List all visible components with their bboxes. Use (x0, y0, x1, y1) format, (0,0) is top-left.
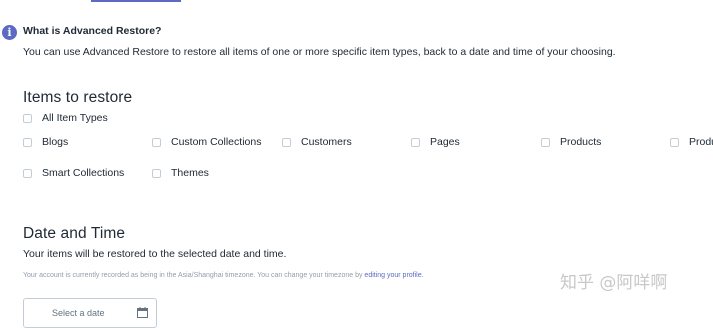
timezone-note-text: Your account is currently recorded as be… (23, 272, 363, 279)
checkbox-box[interactable] (282, 137, 291, 147)
info-icon: i (2, 25, 17, 40)
checkbox-box[interactable] (23, 137, 32, 147)
checkbox-box[interactable] (23, 168, 32, 178)
checkbox-box[interactable] (411, 137, 420, 147)
checkbox-label: All Item Types (42, 112, 108, 124)
checkbox-label: Customers (301, 136, 352, 148)
checkbox-pages[interactable]: Pages (411, 136, 460, 148)
date-picker-input[interactable]: Select a date (23, 298, 157, 328)
checkbox-custom-collections[interactable]: Custom Collections (152, 136, 261, 148)
info-callout: i What is Advanced Restore? (0, 25, 161, 40)
checkbox-themes[interactable]: Themes (152, 167, 209, 179)
date-picker-placeholder: Select a date (52, 308, 105, 318)
checkbox-label: Themes (171, 167, 209, 179)
checkbox-box[interactable] (152, 137, 161, 147)
checkbox-products-overflow[interactable]: Products (670, 136, 713, 148)
checkbox-customers[interactable]: Customers (282, 136, 352, 148)
checkbox-all-item-types[interactable]: All Item Types (23, 112, 108, 124)
items-heading: Items to restore (23, 89, 133, 106)
checkbox-label: Smart Collections (42, 167, 125, 179)
checkbox-label: Pages (430, 136, 460, 148)
checkbox-blogs[interactable]: Blogs (23, 136, 68, 148)
date-description: Your items will be restored to the selec… (23, 248, 287, 260)
edit-profile-link[interactable]: editing your profile. (364, 272, 423, 279)
checkbox-label: Blogs (42, 136, 69, 148)
calendar-icon[interactable] (137, 307, 148, 318)
checkbox-label: Custom Collections (171, 136, 262, 148)
checkbox-label: Products (689, 136, 713, 148)
checkbox-label: Products (560, 136, 602, 148)
timezone-note: Your account is currently recorded as be… (23, 272, 424, 279)
checkbox-products[interactable]: Products (541, 136, 601, 148)
checkbox-box[interactable] (541, 137, 550, 147)
checkbox-box[interactable] (670, 137, 679, 147)
info-title: What is Advanced Restore? (23, 25, 162, 37)
checkbox-box[interactable] (23, 113, 32, 123)
checkbox-smart-collections[interactable]: Smart Collections (23, 167, 124, 179)
info-description: You can use Advanced Restore to restore … (23, 46, 616, 58)
top-accent-bar (91, 0, 181, 2)
date-time-heading: Date and Time (23, 225, 126, 242)
checkbox-box[interactable] (152, 168, 161, 178)
watermark: 知乎 @阿咩啊 (560, 273, 668, 293)
